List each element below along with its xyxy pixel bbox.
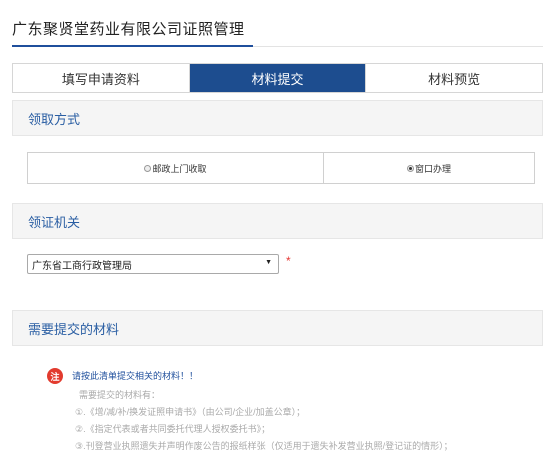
section-issuing-authority: 领证机关 [12, 203, 543, 239]
authority-select[interactable]: 广东省工商行政管理局 ▼ [27, 254, 279, 274]
tab-fill-application[interactable]: 填写申请资料 [13, 64, 189, 92]
material-item: ①.《增/减/补/换发证照申请书》（由公司/企业/加盖公章）； [75, 407, 306, 417]
radio-window[interactable] [406, 164, 414, 172]
radio-postal[interactable] [144, 164, 152, 172]
tab-submit-materials[interactable]: 材料提交 [188, 64, 366, 92]
pickup-option-postal[interactable]: 邮政上门收取 [28, 153, 323, 183]
pickup-option-window[interactable]: 窗口办理 [323, 153, 534, 183]
section-pickup-method: 领取方式 [12, 100, 543, 136]
required-mark: * [286, 254, 291, 268]
chevron-down-icon: ▼ [265, 259, 272, 266]
pickup-option-window-label: 窗口办理 [414, 163, 451, 174]
title-underline [12, 45, 253, 47]
notice-icon: 注 [47, 368, 63, 384]
tab-preview-materials[interactable]: 材料预览 [365, 64, 543, 92]
pickup-option-postal-label: 邮政上门收取 [152, 163, 207, 174]
pickup-method-group: 邮政上门收取 窗口办理 [27, 152, 535, 184]
section-required-materials: 需要提交的材料 [12, 310, 543, 346]
material-item: ②.《指定代表或者共同委托代理人授权委托书》； [75, 424, 271, 434]
authority-select-value: 广东省工商行政管理局 [32, 260, 132, 272]
page-title: 广东聚贤堂药业有限公司证照管理 [12, 21, 245, 38]
material-item: ③.刊登营业执照遗失并声明作废公告的报纸样张（仅适用于遗失补发营业执照/登记证的… [75, 441, 453, 451]
step-tabs: 填写申请资料 材料提交 材料预览 [12, 63, 543, 93]
title-divider [253, 46, 543, 47]
notice-text: 请按此清单提交相关的材料！！ [72, 371, 199, 381]
materials-intro: 需要提交的材料有： [79, 390, 161, 400]
